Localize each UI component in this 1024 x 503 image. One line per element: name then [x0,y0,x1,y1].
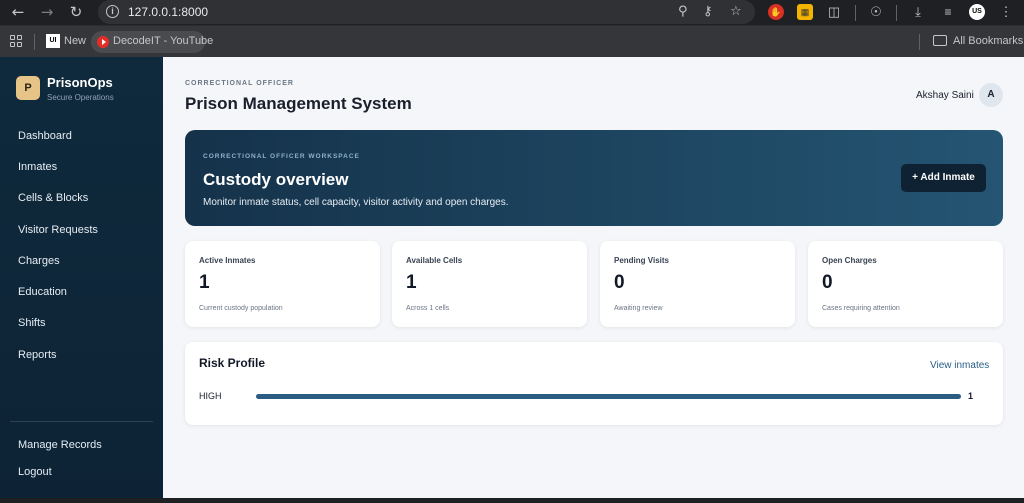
stat-value: 0 [822,272,833,293]
bookmarks-bar: UI New DecodeIT - YouTube All Bookmarks [0,25,1024,57]
stat-subtext: Awaiting review [614,305,663,312]
download-icon[interactable]: ⤓ [910,4,926,20]
risk-level-label: HIGH [199,391,222,401]
add-inmate-button[interactable]: + Add Inmate [901,164,986,192]
key-icon[interactable]: ⚷ [703,4,713,19]
profile-avatar-icon[interactable]: US [969,4,985,20]
apps-grid-icon[interactable] [10,35,22,47]
media-queue-icon[interactable]: ≡ [940,4,956,20]
new-bookmark-logo-icon: UI [46,34,60,48]
hero-description: Monitor inmate status, cell capacity, vi… [203,197,509,208]
sidebar-item-cells-blocks[interactable]: Cells & Blocks [18,192,88,204]
window-bottom-edge [0,498,1024,503]
stat-subtext: Current custody population [199,305,283,312]
bookmarks-divider [919,34,920,50]
sidebar-item-manage-records[interactable]: Manage Records [18,439,102,451]
extension-red-icon[interactable]: ✋ [768,4,784,20]
stat-subtext: Cases requiring attention [822,305,900,312]
back-arrow-icon[interactable]: ← [8,3,28,21]
bookmarks-divider [34,34,35,50]
main-content: CORRECTIONAL OFFICER Prison Management S… [163,57,1024,498]
hero-banner: CORRECTIONAL OFFICER WORKSPACE Custody o… [185,130,1003,226]
risk-profile-title: Risk Profile [199,356,266,370]
bookmark-youtube[interactable]: DecodeIT - YouTube [91,31,213,53]
user-name: Akshay Saini [916,90,974,101]
stat-subtext: Across 1 cells [406,305,450,312]
role-caption: CORRECTIONAL OFFICER [185,80,294,87]
risk-progress-fill [256,394,961,399]
stat-value: 1 [199,272,210,293]
sidebar-divider [10,421,153,422]
toolbar-divider [855,5,856,21]
brand-subtitle: Secure Operations [47,93,114,102]
site-info-icon[interactable]: i [106,5,119,18]
browser-toolbar: ← → ↻ i 127.0.0.1:8000 ⚲ ⚷ ☆ ✋ ▦ ◫ ☉ ⤓ ≡… [0,0,1024,25]
youtube-icon [97,36,109,48]
sidebar-item-shifts[interactable]: Shifts [18,317,46,329]
app-root: P PrisonOps Secure Operations Dashboard … [0,57,1024,498]
sidebar-item-reports[interactable]: Reports [18,349,57,361]
sidebar-item-visitor-requests[interactable]: Visitor Requests [18,224,98,236]
bookmark-star-icon[interactable]: ☆ [730,4,742,19]
stat-card-available-cells: Available Cells 1 Across 1 cells [392,241,587,327]
stat-label: Pending Visits [614,256,669,265]
hero-title: Custody overview [203,170,349,189]
avatar[interactable]: A [979,83,1003,107]
sidebar-item-inmates[interactable]: Inmates [18,161,57,173]
address-bar[interactable]: i 127.0.0.1:8000 ⚲ ⚷ ☆ [98,0,755,24]
stat-label: Active Inmates [199,256,256,265]
view-inmates-link[interactable]: View inmates [930,360,989,371]
all-bookmarks[interactable]: All Bookmarks [953,35,1023,47]
sidebar-item-logout[interactable]: Logout [18,466,52,478]
brand-name: PrisonOps [47,75,113,90]
forward-arrow-icon[interactable]: → [37,3,57,21]
page-title: Prison Management System [185,94,412,113]
sidebar: P PrisonOps Secure Operations Dashboard … [0,57,163,498]
reload-icon[interactable]: ↻ [66,3,86,21]
puzzle-icon[interactable]: ◫ [826,4,842,20]
bookmark-youtube-label: DecodeIT - YouTube [113,35,214,47]
risk-profile-card: Risk Profile View inmates HIGH 1 [185,342,1003,425]
bookmark-new[interactable]: New [64,35,86,47]
stat-card-pending-visits: Pending Visits 0 Awaiting review [600,241,795,327]
sidebar-item-education[interactable]: Education [18,286,67,298]
stat-label: Open Charges [822,256,877,265]
stat-value: 0 [614,272,625,293]
sidebar-item-charges[interactable]: Charges [18,255,60,267]
address-url[interactable]: 127.0.0.1:8000 [128,5,208,19]
zoom-icon[interactable]: ⚲ [678,4,688,19]
stat-label: Available Cells [406,256,463,265]
toolbar-divider [896,5,897,21]
stat-card-open-charges: Open Charges 0 Cases requiring attention [808,241,1003,327]
brand-logo: P [16,76,40,100]
sidebar-item-dashboard[interactable]: Dashboard [18,130,72,142]
stat-card-active-inmates: Active Inmates 1 Current custody populat… [185,241,380,327]
risk-count: 1 [968,391,974,401]
risk-progress-track [256,394,961,399]
folder-icon [933,35,947,46]
menu-dots-icon[interactable]: ⋮ [998,4,1014,20]
extension-yellow-icon[interactable]: ▦ [797,4,813,20]
incognito-icon[interactable]: ☉ [868,4,884,20]
stat-value: 1 [406,272,417,293]
hero-caption: CORRECTIONAL OFFICER WORKSPACE [203,153,360,160]
